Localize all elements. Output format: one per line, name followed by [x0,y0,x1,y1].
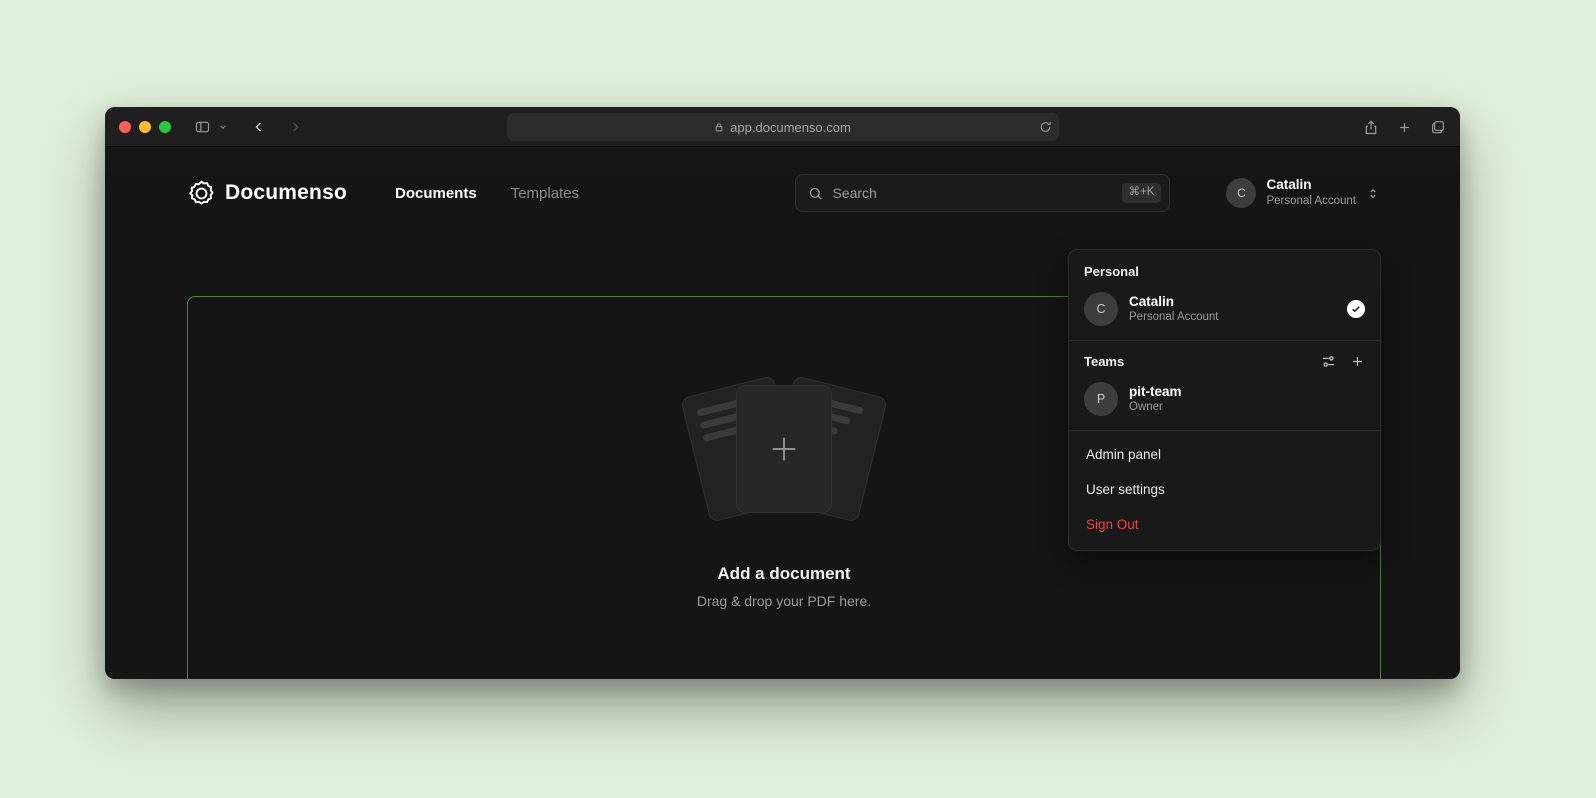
back-button-icon[interactable] [252,119,266,135]
selected-check-icon [1347,300,1365,318]
team-role: Owner [1129,400,1182,415]
address-bar[interactable]: app.documenso.com [507,113,1059,141]
documenso-logo[interactable]: Documenso [187,179,347,208]
documenso-app: Documenso Documents Templates ⌘+K C Cata… [105,173,1460,679]
personal-section-label: Personal [1069,250,1380,285]
search-shortcut-badge: ⌘+K [1122,183,1162,203]
team-avatar: P [1084,382,1118,416]
forward-button-icon[interactable] [288,119,302,135]
menu-links: Admin panel User settings Sign Out [1069,431,1380,550]
traffic-lights [119,121,171,133]
sidebar-toggle-icon[interactable] [193,119,212,135]
browser-titlebar: app.documenso.com [105,107,1460,147]
manage-teams-icon[interactable] [1321,354,1336,369]
menu-item-user-settings[interactable]: User settings [1069,472,1380,507]
app-header: Documenso Documents Templates ⌘+K C Cata… [187,173,1380,213]
document-stack-illustration [674,374,894,524]
search-input[interactable] [832,185,1112,201]
zoom-window-button[interactable] [159,121,171,133]
account-avatar: C [1226,178,1256,208]
teams-section-header: Teams [1069,341,1380,375]
personal-texts: Catalin Personal Account [1129,293,1219,325]
search-icon [808,186,823,201]
new-tab-plus-icon[interactable] [1397,120,1412,135]
lock-icon [714,122,724,133]
titlebar-right-actions [1363,107,1446,147]
url-text: app.documenso.com [730,120,851,135]
sidebar-chevron-down-icon[interactable] [218,122,228,132]
teams-section-label: Teams [1084,354,1124,369]
team-texts: pit-team Owner [1129,383,1182,415]
tab-overview-icon[interactable] [1430,119,1446,135]
teams-actions [1321,354,1365,369]
browser-window: app.documenso.com Documenso [105,107,1460,679]
minimize-window-button[interactable] [139,121,151,133]
personal-account-item[interactable]: C Catalin Personal Account [1069,285,1380,340]
search-box[interactable]: ⌘+K [795,174,1170,212]
nav-templates[interactable]: Templates [511,185,579,202]
plus-icon [767,432,801,466]
account-name: Catalin [1266,177,1356,194]
nav-documents[interactable]: Documents [395,185,477,202]
documenso-logo-icon [187,179,216,208]
dropzone-subtitle: Drag & drop your PDF here. [697,593,871,609]
personal-subtitle: Personal Account [1129,310,1219,325]
brand-name: Documenso [225,181,347,205]
menu-item-sign-out[interactable]: Sign Out [1069,507,1380,542]
main-nav: Documents Templates [395,185,579,202]
chevron-up-down-icon [1366,186,1380,201]
team-name: pit-team [1129,383,1182,401]
personal-avatar: C [1084,292,1118,326]
team-item[interactable]: P pit-team Owner [1069,375,1380,430]
refresh-icon[interactable] [1039,121,1052,134]
personal-name: Catalin [1129,293,1219,311]
account-text: Catalin Personal Account [1266,177,1356,208]
share-icon[interactable] [1363,119,1379,136]
dropzone-title: Add a document [717,564,850,584]
account-menu-trigger[interactable]: C Catalin Personal Account [1226,177,1380,208]
account-subtitle: Personal Account [1266,194,1356,208]
account-dropdown-menu: Personal C Catalin Personal Account Team… [1068,249,1381,551]
close-window-button[interactable] [119,121,131,133]
menu-item-admin-panel[interactable]: Admin panel [1069,437,1380,472]
card-front [736,385,832,513]
add-team-plus-icon[interactable] [1350,354,1365,369]
